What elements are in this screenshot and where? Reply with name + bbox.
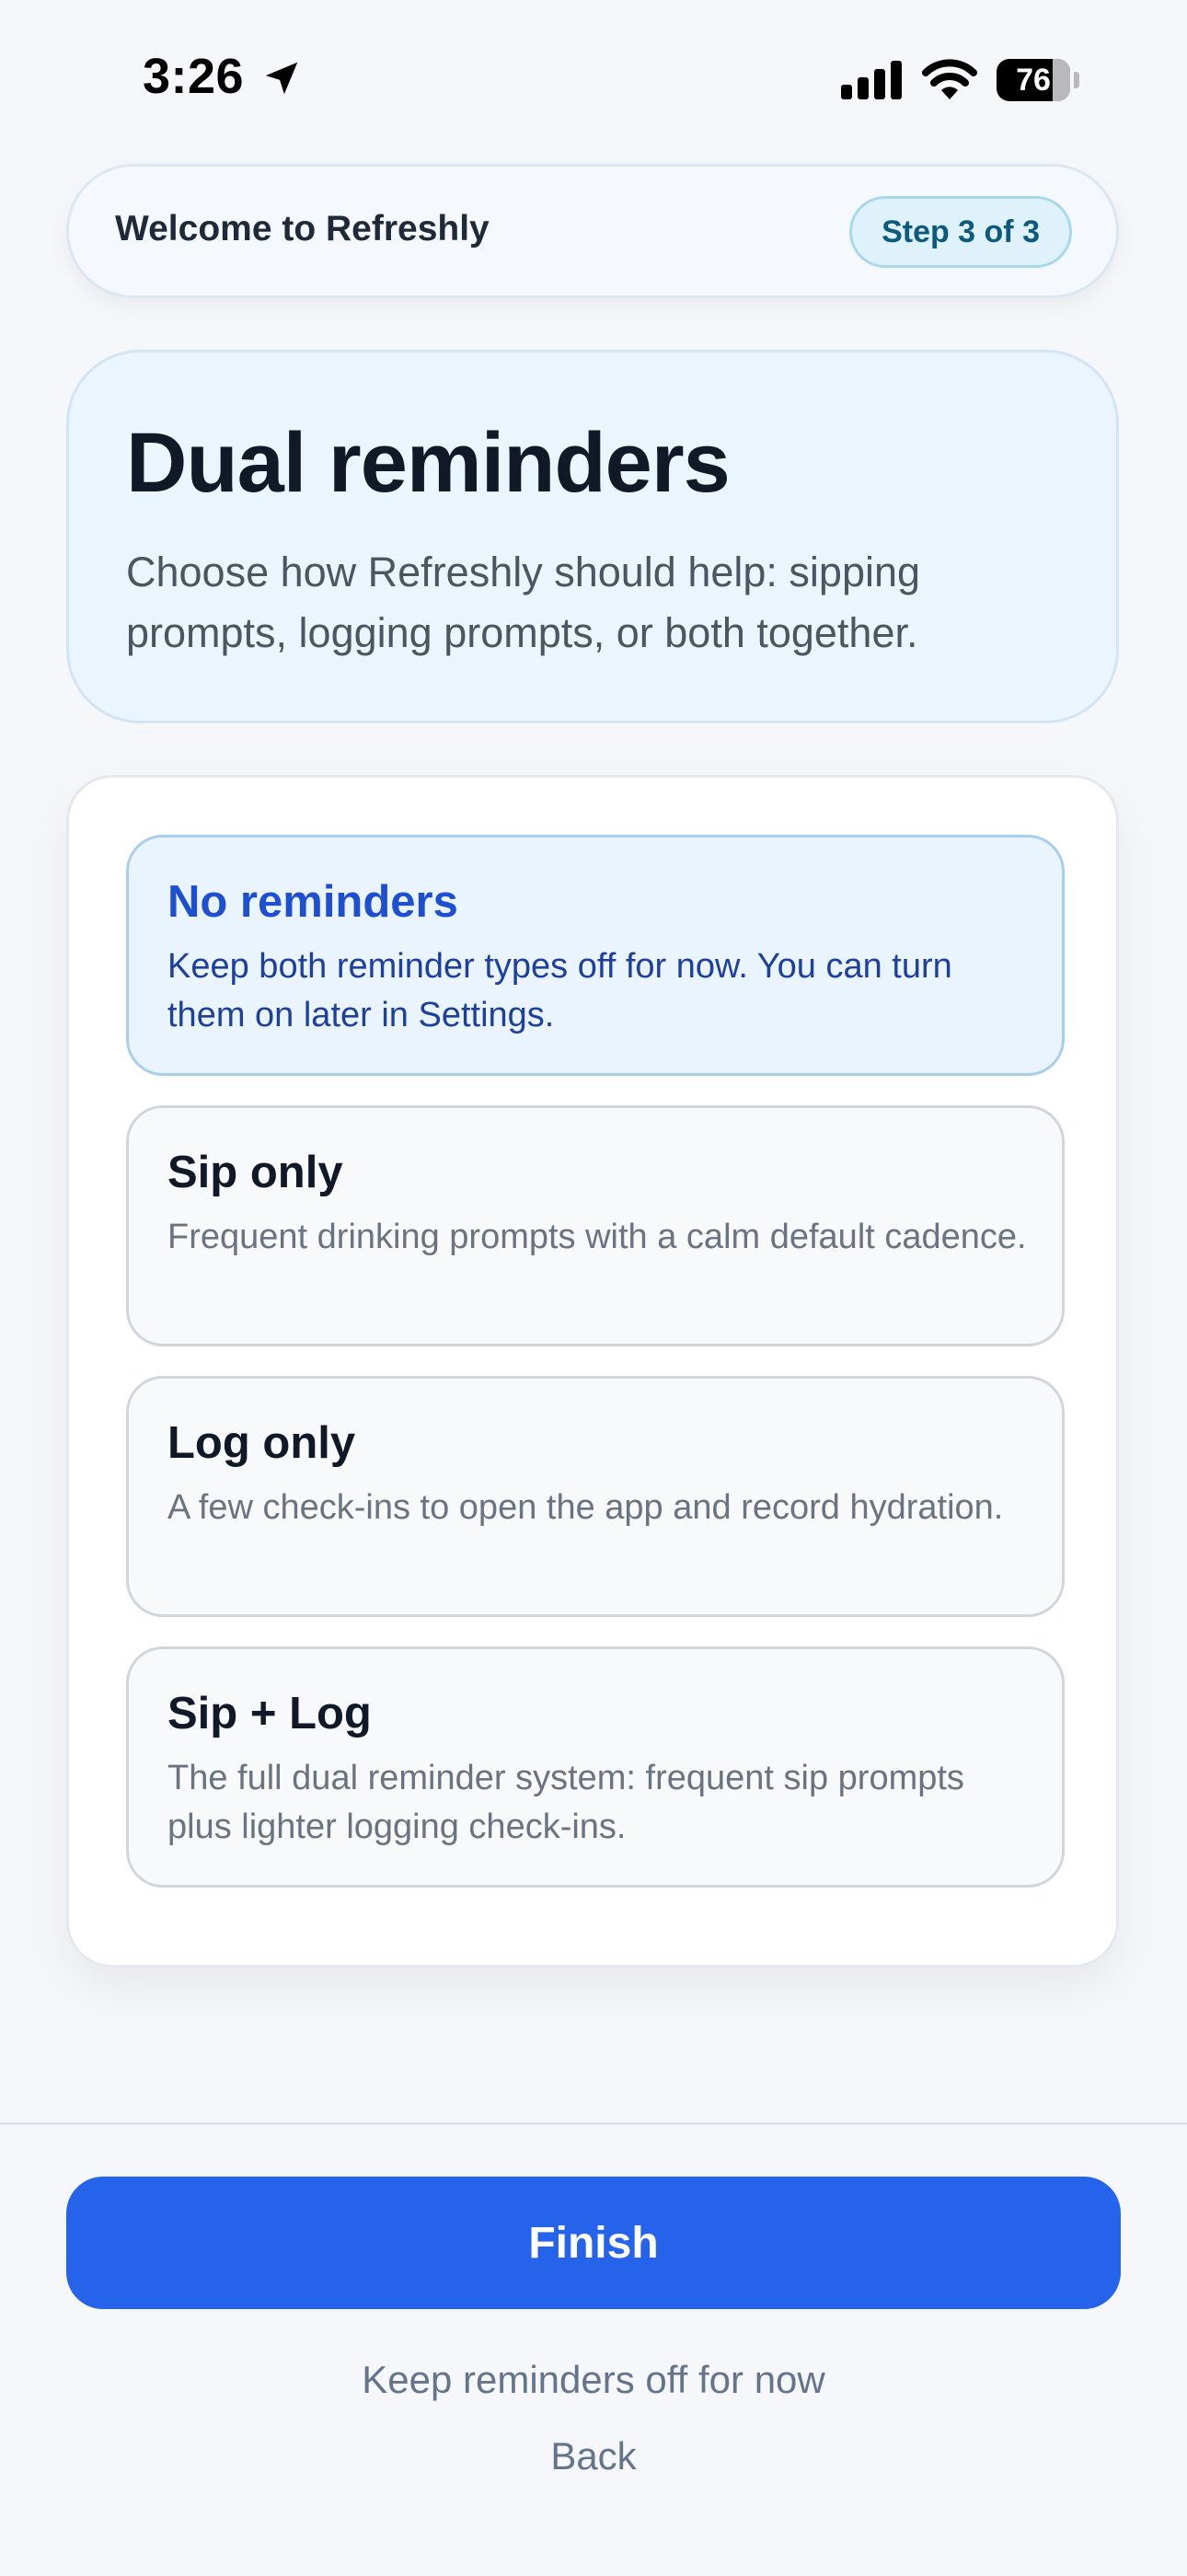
reminder-options-card: No reminders Keep both reminder types of… [66,775,1119,1968]
option-title: No reminders [167,877,458,927]
footer-actions: Finish Keep reminders off for now Back [0,2122,1187,2576]
keep-reminders-off-link[interactable]: Keep reminders off for now [0,2358,1187,2402]
option-log-only[interactable]: Log only A few check-ins to open the app… [126,1376,1065,1617]
step-badge: Step 3 of 3 [849,196,1072,268]
finish-button[interactable]: Finish [66,2177,1121,2309]
battery-icon: 76 [997,59,1079,101]
status-time: 3:26 [143,49,245,104]
page-description: Choose how Refreshly should help: sippin… [126,549,921,656]
option-sip-and-log[interactable]: Sip + Log The full dual reminder system:… [126,1646,1065,1888]
option-sip-only[interactable]: Sip only Frequent drinking prompts with … [126,1105,1065,1346]
battery-level: 76 [1016,63,1051,98]
option-description: A few check-ins to open the app and reco… [167,1488,1004,1527]
option-title: Sip only [167,1148,343,1197]
option-description: Frequent drinking prompts with a calm de… [167,1218,1027,1256]
page-title: Dual reminders [126,416,731,510]
option-no-reminders[interactable]: No reminders Keep both reminder types of… [126,835,1065,1076]
option-description: Keep both reminder types off for now. Yo… [167,947,952,1034]
option-description: The full dual reminder system: frequent … [167,1759,964,1846]
hero-card: Dual reminders Choose how Refreshly shou… [66,350,1119,723]
onboarding-header: Welcome to Refreshly Step 3 of 3 [66,164,1119,298]
status-bar: 3:26 76 [0,0,1187,156]
wifi-icon [922,59,977,99]
signal-icon [841,61,902,99]
location-arrow-icon [265,62,298,95]
option-title: Sip + Log [167,1689,372,1739]
header-title: Welcome to Refreshly [115,209,490,248]
back-link[interactable]: Back [0,2434,1187,2478]
option-title: Log only [167,1418,356,1468]
